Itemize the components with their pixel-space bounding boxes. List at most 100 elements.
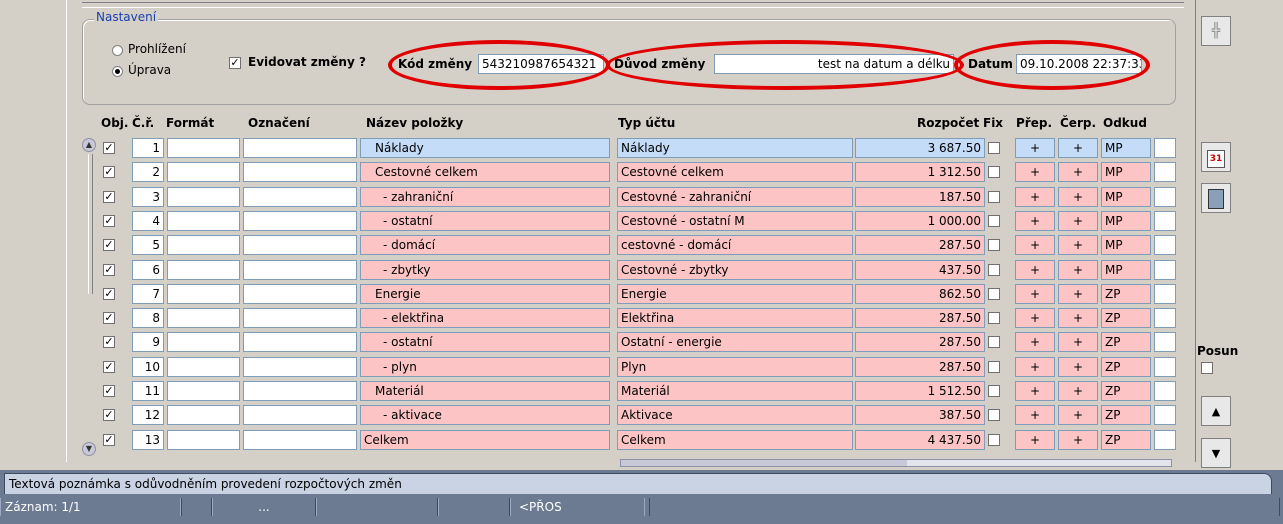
row-fix-checkbox[interactable] [988, 385, 1000, 397]
row-odkud-cell[interactable]: ZP [1101, 284, 1151, 304]
row-typ-cell[interactable]: Plyn [617, 357, 853, 377]
row-prep-cell[interactable]: + [1015, 357, 1055, 377]
row-extra-cell[interactable] [1154, 430, 1176, 450]
row-format-cell[interactable] [167, 260, 240, 280]
calendar-button[interactable]: 31 [1201, 142, 1231, 172]
row-rozpocet-cell[interactable]: 3 687.50 [855, 138, 985, 158]
row-cerp-cell[interactable]: + [1058, 260, 1098, 280]
row-cerp-cell[interactable]: + [1058, 332, 1098, 352]
row-cerp-cell[interactable]: + [1058, 284, 1098, 304]
row-rozpocet-cell[interactable]: 287.50 [855, 332, 985, 352]
horizontal-scrollbar[interactable] [620, 459, 1172, 467]
row-prep-cell[interactable]: + [1015, 260, 1055, 280]
row-prep-cell[interactable]: + [1015, 162, 1055, 182]
row-typ-cell[interactable]: Cestovné - zahraniční [617, 187, 853, 207]
row-nazev-cell[interactable]: - ostatní [360, 211, 610, 231]
row-cr-cell[interactable]: 3 [132, 187, 164, 207]
row-nazev-cell[interactable]: - aktivace [360, 405, 610, 425]
row-cerp-cell[interactable]: + [1058, 162, 1098, 182]
row-oznaceni-cell[interactable] [243, 357, 357, 377]
row-fix-checkbox[interactable] [988, 191, 1000, 203]
row-prep-cell[interactable]: + [1015, 405, 1055, 425]
row-odkud-cell[interactable]: MP [1101, 138, 1151, 158]
row-extra-cell[interactable] [1154, 284, 1176, 304]
row-oznaceni-cell[interactable] [243, 211, 357, 231]
row-extra-cell[interactable] [1154, 405, 1176, 425]
row-nazev-cell[interactable]: Energie [360, 284, 610, 304]
row-rozpocet-cell[interactable]: 4 437.50 [855, 430, 985, 450]
row-typ-cell[interactable]: Elektřina [617, 308, 853, 328]
row-nazev-cell[interactable]: Celkem [360, 430, 610, 450]
row-obj-checkbox[interactable]: ✓ [103, 361, 115, 373]
row-oznaceni-cell[interactable] [243, 187, 357, 207]
row-cerp-cell[interactable]: + [1058, 381, 1098, 401]
change-reason-field[interactable]: test na datum a délku [714, 54, 954, 74]
row-nazev-cell[interactable]: - elektřina [360, 308, 610, 328]
posun-checkbox[interactable] [1201, 362, 1213, 374]
row-format-cell[interactable] [167, 138, 240, 158]
row-rozpocet-cell[interactable]: 187.50 [855, 187, 985, 207]
row-prep-cell[interactable]: + [1015, 308, 1055, 328]
row-typ-cell[interactable]: Náklady [617, 138, 853, 158]
row-prep-cell[interactable]: + [1015, 430, 1055, 450]
row-cr-cell[interactable]: 11 [132, 381, 164, 401]
row-prep-cell[interactable]: + [1015, 211, 1055, 231]
row-obj-checkbox[interactable]: ✓ [103, 142, 115, 154]
row-fix-checkbox[interactable] [988, 409, 1000, 421]
row-odkud-cell[interactable]: MP [1101, 235, 1151, 255]
row-nazev-cell[interactable]: - ostatní [360, 332, 610, 352]
row-rozpocet-cell[interactable]: 862.50 [855, 284, 985, 304]
row-oznaceni-cell[interactable] [243, 138, 357, 158]
row-nazev-cell[interactable]: Náklady [360, 138, 610, 158]
row-rozpocet-cell[interactable]: 1 000.00 [855, 211, 985, 231]
row-odkud-cell[interactable]: ZP [1101, 357, 1151, 377]
row-rozpocet-cell[interactable]: 287.50 [855, 308, 985, 328]
scroll-up-icon[interactable]: ▲ [82, 138, 96, 152]
row-obj-checkbox[interactable]: ✓ [103, 336, 115, 348]
row-obj-checkbox[interactable]: ✓ [103, 434, 115, 446]
row-extra-cell[interactable] [1154, 162, 1176, 182]
row-extra-cell[interactable] [1154, 381, 1176, 401]
row-format-cell[interactable] [167, 235, 240, 255]
row-oznaceni-cell[interactable] [243, 332, 357, 352]
row-cr-cell[interactable]: 7 [132, 284, 164, 304]
row-odkud-cell[interactable]: ZP [1101, 381, 1151, 401]
row-cr-cell[interactable]: 2 [132, 162, 164, 182]
row-prep-cell[interactable]: + [1015, 235, 1055, 255]
row-fix-checkbox[interactable] [988, 239, 1000, 251]
row-odkud-cell[interactable]: ZP [1101, 308, 1151, 328]
row-prep-cell[interactable]: + [1015, 284, 1055, 304]
row-fix-checkbox[interactable] [988, 434, 1000, 446]
row-format-cell[interactable] [167, 405, 240, 425]
row-format-cell[interactable] [167, 381, 240, 401]
row-cr-cell[interactable]: 12 [132, 405, 164, 425]
row-oznaceni-cell[interactable] [243, 308, 357, 328]
row-nazev-cell[interactable]: - plyn [360, 357, 610, 377]
row-typ-cell[interactable]: Ostatní - energie [617, 332, 853, 352]
row-oznaceni-cell[interactable] [243, 430, 357, 450]
row-prep-cell[interactable]: + [1015, 381, 1055, 401]
row-obj-checkbox[interactable]: ✓ [103, 288, 115, 300]
row-cerp-cell[interactable]: + [1058, 235, 1098, 255]
row-prep-cell[interactable]: + [1015, 138, 1055, 158]
row-format-cell[interactable] [167, 430, 240, 450]
row-format-cell[interactable] [167, 332, 240, 352]
row-extra-cell[interactable] [1154, 260, 1176, 280]
row-cerp-cell[interactable]: + [1058, 187, 1098, 207]
row-cerp-cell[interactable]: + [1058, 357, 1098, 377]
row-rozpocet-cell[interactable]: 1 312.50 [855, 162, 985, 182]
row-odkud-cell[interactable]: ZP [1101, 332, 1151, 352]
row-obj-checkbox[interactable]: ✓ [103, 239, 115, 251]
row-fix-checkbox[interactable] [988, 312, 1000, 324]
row-odkud-cell[interactable]: MP [1101, 162, 1151, 182]
row-typ-cell[interactable]: Celkem [617, 430, 853, 450]
row-format-cell[interactable] [167, 357, 240, 377]
row-cerp-cell[interactable]: + [1058, 405, 1098, 425]
row-obj-checkbox[interactable]: ✓ [103, 312, 115, 324]
row-cr-cell[interactable]: 5 [132, 235, 164, 255]
row-rozpocet-cell[interactable]: 437.50 [855, 260, 985, 280]
row-typ-cell[interactable]: Energie [617, 284, 853, 304]
row-obj-checkbox[interactable]: ✓ [103, 385, 115, 397]
row-format-cell[interactable] [167, 211, 240, 231]
row-cerp-cell[interactable]: + [1058, 308, 1098, 328]
